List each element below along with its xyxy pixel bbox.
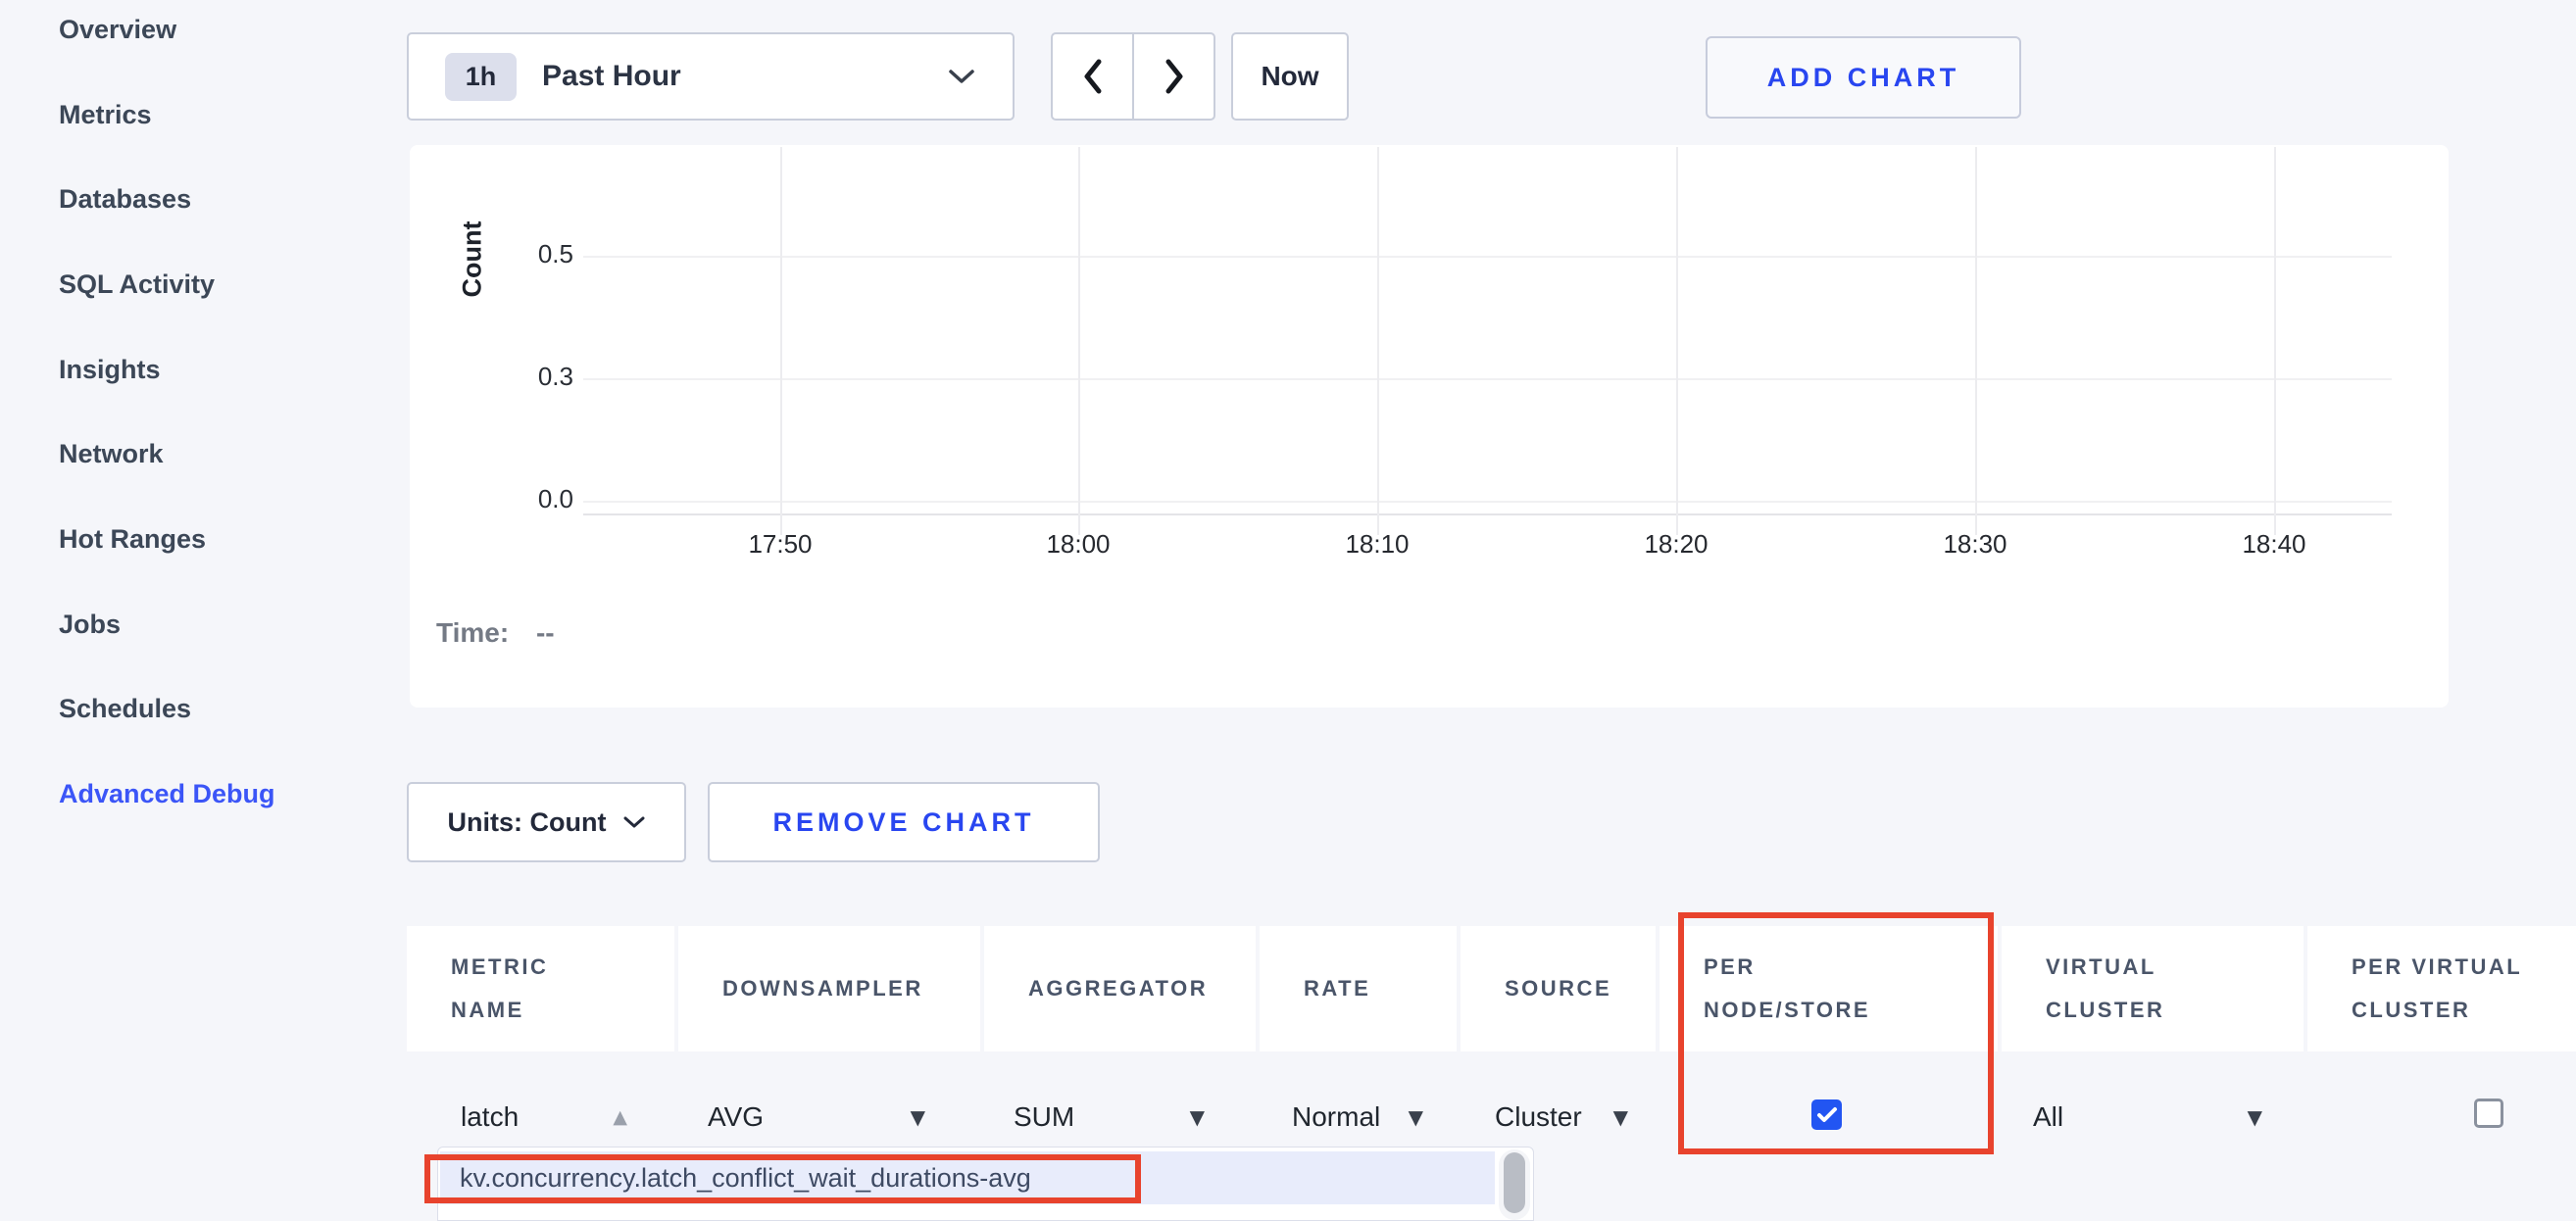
metric-name-value: latch <box>461 1101 519 1133</box>
column-header-per-node-store: PERNODE/STORE <box>1660 926 1998 1051</box>
caret-down-icon: ▼ <box>911 1105 925 1129</box>
per-virtual-cluster-checkbox[interactable] <box>2474 1099 2503 1128</box>
column-header-virtual-cluster: VIRTUALCLUSTER <box>2002 926 2304 1051</box>
x-tick-label: 18:40 <box>2205 529 2343 560</box>
dropdown-scrollbar[interactable] <box>1499 1149 1530 1220</box>
time-window-badge: 1h <box>445 53 517 101</box>
source-value: Cluster <box>1495 1101 1582 1133</box>
now-button[interactable]: Now <box>1231 32 1349 121</box>
aggregator-value: SUM <box>1014 1101 1074 1133</box>
next-time-button[interactable] <box>1134 34 1214 119</box>
downsampler-value: AVG <box>708 1101 764 1133</box>
y-tick-label: 0.3 <box>469 362 573 392</box>
x-tick-label: 18:20 <box>1608 529 1745 560</box>
sidebar-item-sql-activity[interactable]: SQL Activity <box>59 242 382 327</box>
x-tick-label: 18:30 <box>1907 529 2044 560</box>
x-tick-label: 17:50 <box>712 529 849 560</box>
chart-panel: Count 0.5 0.3 0.0 17:50 18:00 18:10 18:2… <box>410 145 2449 708</box>
source-select[interactable]: Cluster ▼ <box>1465 1086 1634 1148</box>
chevron-left-icon <box>1081 58 1105 95</box>
sidebar-item-network[interactable]: Network <box>59 412 382 497</box>
column-header-metric-name: METRICNAME <box>407 926 674 1051</box>
chevron-down-icon <box>948 68 975 85</box>
sidebar-item-databases[interactable]: Databases <box>59 157 382 242</box>
x-tick-label: 18:00 <box>1010 529 1147 560</box>
sidebar-item-overview[interactable]: Overview <box>59 0 382 73</box>
rate-select[interactable]: Normal ▼ <box>1263 1086 1429 1148</box>
units-dropdown[interactable]: Units: Count <box>407 782 686 862</box>
x-tick-label: 18:10 <box>1309 529 1446 560</box>
column-header-aggregator: AGGREGATOR <box>984 926 1256 1051</box>
virtual-cluster-select[interactable]: All ▼ <box>2004 1086 2278 1148</box>
sidebar-nav: Overview Metrics Databases SQL Activity … <box>59 0 382 837</box>
time-pager <box>1051 32 1215 121</box>
column-header-rate: RATE <box>1260 926 1457 1051</box>
y-tick-label: 0.0 <box>469 484 573 514</box>
sidebar-item-hot-ranges[interactable]: Hot Ranges <box>59 497 382 582</box>
virtual-cluster-value: All <box>2033 1101 2063 1133</box>
y-tick-label: 0.5 <box>469 239 573 269</box>
chart-plot-area[interactable] <box>583 147 2392 513</box>
time-caption-value: -- <box>536 617 555 648</box>
chevron-down-icon <box>623 815 645 829</box>
metric-name-select[interactable]: latch ▲ <box>431 1086 639 1148</box>
rate-value: Normal <box>1292 1101 1380 1133</box>
caret-up-icon: ▲ <box>613 1106 627 1128</box>
prev-time-button[interactable] <box>1053 34 1134 119</box>
aggregator-select[interactable]: SUM ▼ <box>984 1086 1224 1148</box>
dropdown-scrollbar-thumb[interactable] <box>1504 1152 1525 1213</box>
units-dropdown-label: Units: Count <box>448 807 607 838</box>
metric-dropdown-item[interactable]: kv.concurrency.latch_conflict_wait_durat… <box>440 1151 1495 1204</box>
time-caption-label: Time: <box>436 617 509 648</box>
sidebar-item-advanced-debug[interactable]: Advanced Debug <box>59 752 382 837</box>
sidebar-item-jobs[interactable]: Jobs <box>59 582 382 667</box>
caret-down-icon: ▼ <box>1409 1105 1423 1129</box>
advanced-debug-custom-chart-page: Overview Metrics Databases SQL Activity … <box>0 0 2576 1221</box>
time-window-label: Past Hour <box>542 60 681 93</box>
sidebar-item-schedules[interactable]: Schedules <box>59 667 382 753</box>
column-header-downsampler: DOWNSAMPLER <box>678 926 980 1051</box>
column-header-per-virtual-cluster: PER VIRTUALCLUSTER <box>2307 926 2576 1051</box>
remove-chart-button[interactable]: REMOVE CHART <box>708 782 1100 862</box>
metric-suggestion-dropdown: kv.concurrency.latch_conflict_wait_durat… <box>437 1147 1534 1221</box>
time-range-selector[interactable]: 1h Past Hour <box>407 32 1015 121</box>
caret-down-icon: ▼ <box>1613 1105 1628 1129</box>
chevron-right-icon <box>1163 58 1186 95</box>
downsampler-select[interactable]: AVG ▼ <box>678 1086 953 1148</box>
checkmark-icon <box>1816 1106 1838 1124</box>
sidebar-item-metrics[interactable]: Metrics <box>59 73 382 158</box>
add-chart-button[interactable]: ADD CHART <box>1706 36 2021 119</box>
x-axis-line <box>583 513 2392 515</box>
hover-time-readout: Time: -- <box>436 617 555 649</box>
sidebar-item-insights[interactable]: Insights <box>59 327 382 413</box>
caret-down-icon: ▼ <box>2248 1105 2262 1129</box>
caret-down-icon: ▼ <box>1190 1105 1205 1129</box>
column-header-source: SOURCE <box>1461 926 1656 1051</box>
per-node-store-checkbox[interactable] <box>1811 1099 1842 1130</box>
